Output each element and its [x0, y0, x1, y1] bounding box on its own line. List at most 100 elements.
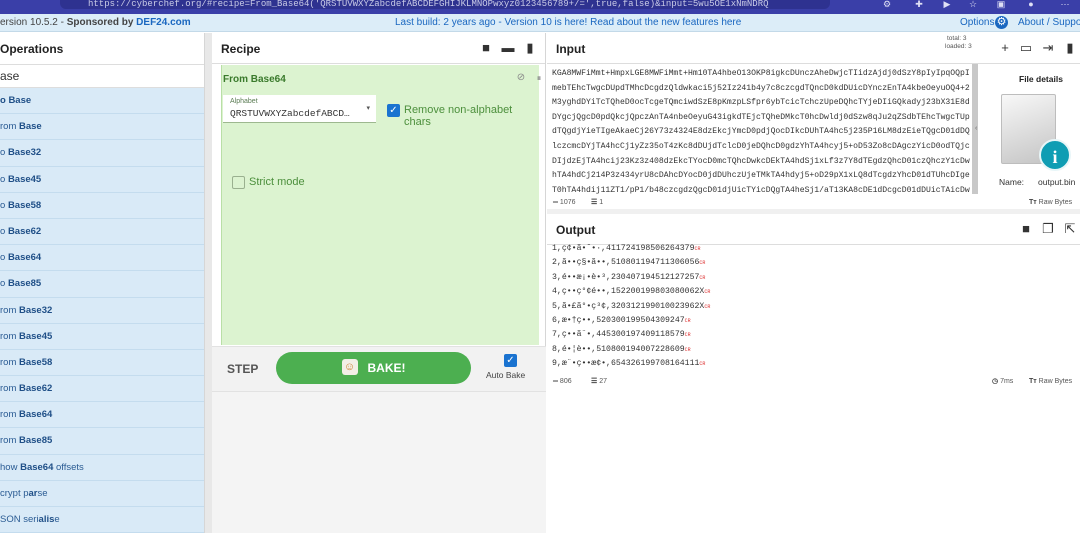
input-title: Input	[556, 42, 586, 56]
bake-label: BAKE!	[367, 361, 406, 375]
input-lines: ☰ 1	[591, 199, 604, 206]
bake-time: ◷ 7ms	[992, 378, 1014, 385]
file-details-title: File details	[1019, 74, 1063, 84]
address-bar[interactable]: https://cyberchef.org/#recipe=From_Base6…	[60, 0, 830, 9]
file-details: File details i Name: output.bin	[979, 64, 1080, 194]
operation-item[interactable]: o Base64	[0, 245, 204, 272]
output-text[interactable]: 1,ç¢•ã•ˆ•·,411724198506264379CR 2,ã••ç§•ã…	[547, 242, 1080, 372]
lines-icon: ☰	[591, 199, 598, 206]
output-header: Output ■ ❐ ⇱	[547, 214, 1080, 245]
gear-icon[interactable]: ⚙	[995, 16, 1008, 29]
open-folder-icon[interactable]: ▭	[1019, 41, 1033, 55]
pin-icon[interactable]: ✚	[912, 0, 926, 10]
about-link[interactable]: About / Suppor	[1018, 14, 1080, 32]
pause-icon[interactable]: ⏸	[532, 71, 546, 85]
options-link[interactable]: Options	[960, 14, 994, 32]
carriage-return-marker: CR	[694, 246, 701, 252]
star-icon[interactable]: ☆	[966, 0, 980, 10]
bake-bar: STEP ☺ BAKE! ✓ Auto Bake	[212, 347, 546, 392]
trash-icon[interactable]: ▮	[523, 41, 537, 55]
profile-icon[interactable]: ●	[1024, 0, 1038, 10]
operation-item[interactable]: crypt parse	[0, 480, 204, 507]
operations-search-input[interactable]: ase	[0, 65, 204, 88]
input-textarea[interactable]: KGA8MWFiMmt+HmpxLGE8MWFiMmt+Hm10TA4hbeO1…	[547, 64, 975, 194]
carriage-return-marker: CR	[699, 274, 706, 281]
operation-item[interactable]: rom Base	[0, 114, 204, 141]
output-line: 8,é•¦è••,510800194007228609CR	[552, 344, 691, 354]
folder-icon[interactable]: ▬	[501, 41, 515, 55]
remove-non-alphabet-checkbox[interactable]: ✓	[387, 104, 400, 117]
bake-button[interactable]: ☺ BAKE!	[276, 352, 471, 384]
recipe-title: Recipe	[221, 42, 261, 56]
build-notice-link[interactable]: Last build: 2 years ago - Version 10 is …	[395, 14, 741, 32]
file-name-value: output.bin	[1038, 177, 1076, 187]
operation-item[interactable]: o Base	[0, 88, 204, 115]
menu-icon[interactable]: ⋯	[1058, 0, 1072, 10]
step-button[interactable]: STEP	[227, 362, 258, 376]
save-output-icon[interactable]: ■	[1019, 222, 1033, 236]
operations-list: o Base rom Base o Base32 o Base45 o Base58 o …	[0, 88, 204, 533]
strict-mode-checkbox[interactable]	[232, 176, 245, 189]
operation-item[interactable]: rom Base32	[0, 297, 204, 324]
input-loaded: loaded: 3	[945, 43, 972, 50]
file-name-label: Name:	[999, 177, 1025, 187]
operation-item[interactable]: o Base62	[0, 218, 204, 246]
info-banner: ersion 10.5.2 - Sponsored by DEF24.com L…	[0, 14, 1080, 32]
carriage-return-marker: CR	[684, 317, 691, 324]
output-line: 6,æ•†ç••,520300199504309247CR	[552, 315, 691, 325]
info-icon: i	[1039, 139, 1071, 171]
operation-item[interactable]: o Base45	[0, 166, 204, 193]
play-icon[interactable]: ▶	[940, 0, 954, 10]
carriage-return-marker: CR	[699, 361, 706, 368]
clear-input-icon[interactable]: ▮	[1063, 41, 1077, 55]
auto-bake-checkbox[interactable]: ✓	[504, 354, 517, 367]
sponsor-link[interactable]: DEF24.com	[136, 17, 190, 28]
collections-icon[interactable]: ▣	[994, 0, 1008, 10]
operation-item[interactable]: rom Base62	[0, 376, 204, 403]
operation-item[interactable]: o Base85	[0, 271, 204, 298]
operation-item[interactable]: o Base58	[0, 192, 204, 219]
output-raw-bytes[interactable]: Tт Raw Bytes	[1029, 375, 1072, 389]
copy-icon[interactable]: ❐	[1041, 222, 1055, 236]
file-details-toggle[interactable]: ‹	[975, 125, 977, 132]
panel-resize-handle[interactable]	[205, 33, 212, 533]
add-tab-icon[interactable]: +	[998, 41, 1012, 55]
chef-icon: ☺	[341, 359, 358, 376]
operations-panel: Operations ase o Base rom Base o Base32 o B…	[0, 33, 205, 533]
carriage-return-marker: CR	[704, 303, 711, 310]
alphabet-value: QRSTUVWXYZabcdefABCD…	[230, 108, 350, 119]
output-line: 2,ã••ç§•ã••,510801194711306056CR	[552, 258, 706, 268]
remove-non-alphabet-label: Remove non-alphabet chars	[404, 104, 513, 128]
length-icon: ═	[553, 378, 558, 385]
clock-icon: ◷	[992, 378, 999, 385]
operation-item[interactable]: rom Base64	[0, 402, 204, 429]
strict-mode-label: Strict mode	[249, 176, 305, 188]
open-file-icon[interactable]: ⇥	[1041, 41, 1055, 55]
auto-bake-label: Auto Bake	[486, 370, 526, 380]
replace-input-icon[interactable]: ⇱	[1063, 222, 1077, 236]
disable-icon[interactable]: ⊘	[514, 71, 528, 85]
operation-item[interactable]: rom Base58	[0, 349, 204, 377]
carriage-return-marker: CR	[699, 260, 706, 267]
output-line: 4,ç••ç°¢é••,152200199803080062XCR	[552, 287, 711, 297]
input-raw-bytes[interactable]: Tт Raw Bytes	[1029, 196, 1072, 210]
input-length: ═ 1076	[553, 199, 576, 206]
recipe-header: Recipe ■ ▬ ▮	[212, 33, 545, 64]
output-length: ═ 806	[553, 378, 572, 385]
operation-item[interactable]: SON serialise	[0, 507, 204, 533]
save-icon[interactable]: ■	[479, 41, 493, 55]
operation-item[interactable]: how Base64 offsets	[0, 454, 204, 481]
operation-item[interactable]: o Base32	[0, 140, 204, 167]
extensions-icon[interactable]: ⚙	[880, 0, 894, 10]
input-header: Input total: 3 loaded: 3 + ▭ ⇥ ▮	[547, 33, 1080, 64]
output-line: 1,ç¢•ã•ˆ•·,411724198506264379CR	[552, 244, 701, 253]
output-line: 3,é••æ¡•è•³,230407194512127257CR	[552, 272, 706, 282]
text-icon: Tт	[1029, 199, 1037, 206]
input-panel: Input total: 3 loaded: 3 + ▭ ⇥ ▮ KGA8MWF…	[547, 33, 1080, 209]
length-icon: ═	[553, 199, 558, 206]
operation-item[interactable]: rom Base85	[0, 428, 204, 455]
alphabet-select[interactable]: Alphabet QRSTUVWXYZabcdefABCD… ▾	[223, 95, 376, 123]
dropdown-icon: ▾	[366, 105, 370, 112]
operation-item[interactable]: rom Base45	[0, 323, 204, 350]
alphabet-label: Alphabet	[230, 98, 258, 105]
